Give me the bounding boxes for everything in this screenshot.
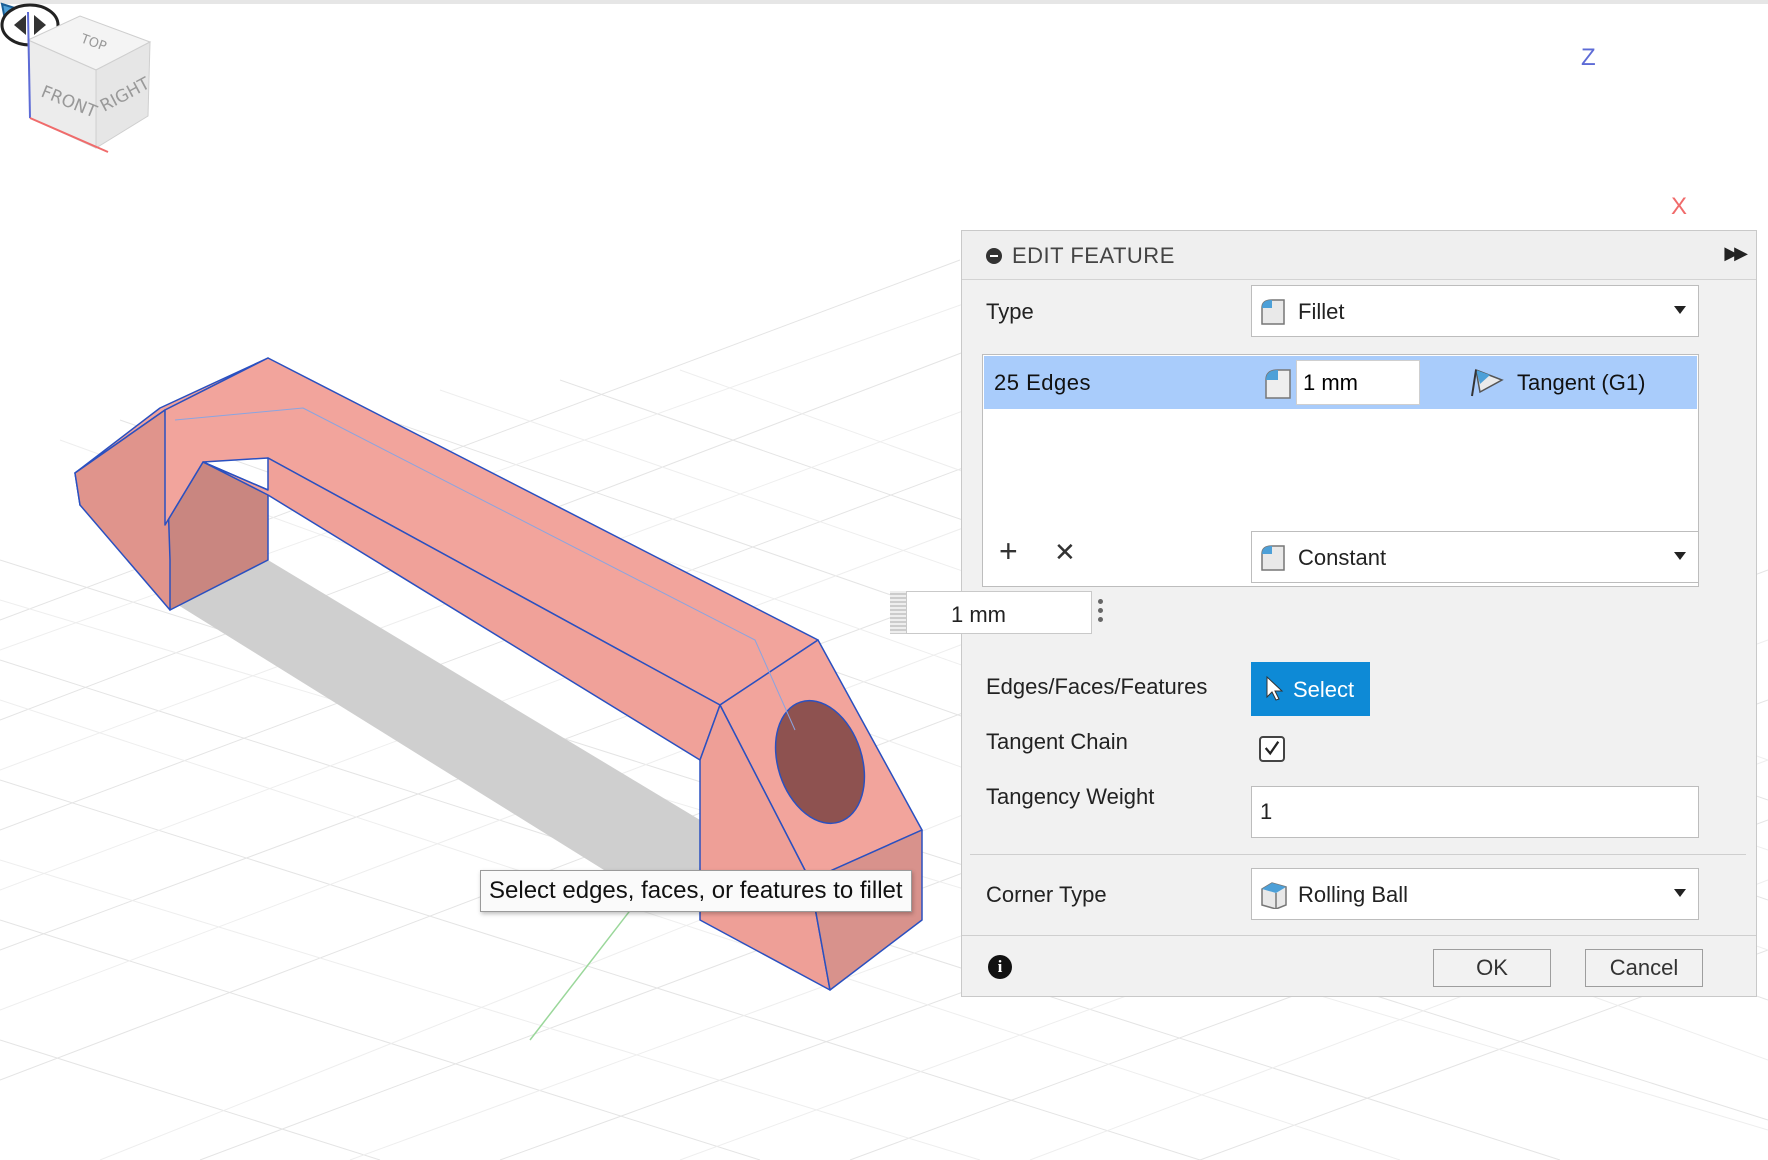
corner-type-value: Rolling Ball	[1298, 882, 1409, 907]
divider	[970, 854, 1746, 855]
corner-type-label: Corner Type	[986, 882, 1107, 907]
axis-z-label: Z	[1581, 44, 1596, 71]
edge-selection-row[interactable]: 25 Edges Tangent (G1)	[984, 356, 1697, 409]
fillet-icon	[1261, 545, 1285, 571]
tangent-flag-icon	[1471, 368, 1504, 397]
panel-footer: i OK Cancel	[962, 935, 1756, 998]
fillet-icon	[1265, 369, 1291, 399]
radius-type-value: Constant	[1298, 545, 1387, 570]
cursor-arrow-icon	[1266, 675, 1284, 701]
select-button[interactable]: Select	[1251, 662, 1370, 716]
panel-header: EDIT FEATURE ▶▶	[962, 231, 1756, 280]
type-dropdown-value: Fillet	[1298, 299, 1345, 324]
minus-circle-icon[interactable]	[986, 248, 1002, 264]
drag-grip[interactable]	[890, 591, 906, 634]
chevron-down-icon	[1674, 552, 1686, 560]
edit-feature-panel: EDIT FEATURE ▶▶ Type Fillet 25 Edges Tan…	[890, 230, 1757, 998]
radius-value-box[interactable]: 1 mm	[906, 591, 1092, 634]
more-options-icon[interactable]	[1098, 595, 1104, 627]
tangent-chain-checkbox[interactable]	[1259, 736, 1285, 762]
fillet-icon	[1261, 299, 1285, 325]
chevron-down-icon	[1674, 889, 1686, 897]
left-leg-side	[74, 409, 171, 611]
panel-title: EDIT FEATURE	[1012, 243, 1175, 268]
ok-button[interactable]: OK	[1433, 949, 1551, 987]
cancel-button[interactable]: Cancel	[1585, 949, 1703, 987]
edge-radius-input[interactable]	[1296, 360, 1420, 405]
tangency-weight-input[interactable]	[1251, 786, 1699, 838]
edges-faces-features-label: Edges/Faces/Features	[986, 674, 1208, 699]
type-label: Type	[986, 299, 1034, 324]
add-icon[interactable]: +	[999, 535, 1018, 567]
radius-type-dropdown[interactable]: Constant	[1251, 531, 1699, 583]
tangency-weight-label: Tangency Weight	[986, 784, 1155, 809]
close-icon[interactable]: ✕	[1054, 536, 1076, 568]
tangent-chain-label: Tangent Chain	[986, 729, 1128, 754]
corner-type-dropdown[interactable]: Rolling Ball	[1251, 868, 1699, 920]
rolling-ball-icon	[1261, 882, 1287, 909]
double-chevron-right-icon[interactable]: ▶▶	[1724, 243, 1748, 264]
chevron-down-icon	[1674, 306, 1686, 314]
z-axis-line	[27, 11, 31, 119]
edge-count: 25 Edges	[994, 370, 1091, 395]
axis-x-label: X	[1671, 193, 1688, 220]
info-icon[interactable]: i	[988, 955, 1012, 979]
select-button-label: Select	[1293, 677, 1355, 702]
top-bar-line	[0, 0, 1768, 4]
viewcube[interactable]: TOP FRONT RIGHT	[0, 0, 180, 180]
radius-value: 1 mm	[951, 602, 1006, 627]
checkmark-icon	[1264, 741, 1280, 756]
type-dropdown[interactable]: Fillet	[1251, 285, 1699, 337]
continuity-label[interactable]: Tangent (G1)	[1517, 370, 1645, 396]
tooltip: Select edges, faces, or features to fill…	[480, 870, 912, 912]
